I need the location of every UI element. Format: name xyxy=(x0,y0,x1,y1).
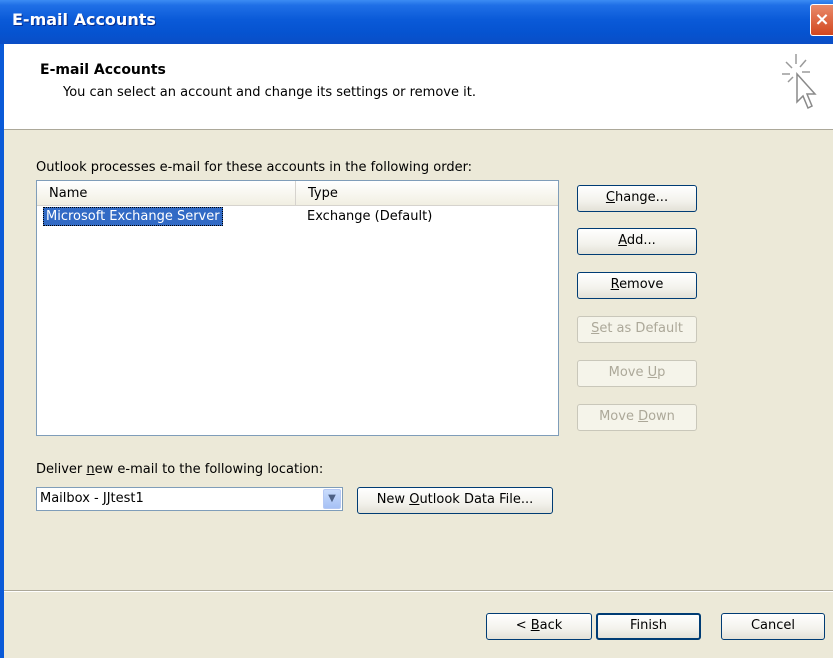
delivery-location-select[interactable]: Mailbox - JJtest1 ▼ xyxy=(36,487,343,511)
deliver-label: Deliver new e-mail to the following loca… xyxy=(36,462,324,477)
accounts-list[interactable]: Name Type Microsoft Exchange Server Exch… xyxy=(36,180,559,436)
account-name[interactable]: Microsoft Exchange Server xyxy=(43,207,223,226)
move-up-button[interactable]: Move Up xyxy=(577,360,697,387)
footer-divider xyxy=(4,590,833,592)
header-subtitle: You can select an account and change its… xyxy=(63,85,476,100)
table-row[interactable]: Microsoft Exchange Server Exchange (Defa… xyxy=(37,207,558,227)
account-type: Exchange (Default) xyxy=(307,209,433,224)
back-button[interactable]: < Back xyxy=(486,613,592,640)
add-button[interactable]: Add... xyxy=(577,228,697,255)
cursor-sparkle-icon xyxy=(782,54,817,110)
list-header: Name Type xyxy=(37,181,558,206)
new-outlook-data-file-button[interactable]: New Outlook Data File... xyxy=(357,487,553,514)
column-header-name[interactable]: Name xyxy=(37,181,296,205)
window-title: E-mail Accounts xyxy=(12,10,156,29)
delivery-location-value: Mailbox - JJtest1 xyxy=(40,491,144,506)
move-down-button[interactable]: Move Down xyxy=(577,404,697,431)
chevron-down-icon[interactable]: ▼ xyxy=(323,489,341,509)
wizard-header: E-mail Accounts You can select an accoun… xyxy=(4,44,833,130)
change-button[interactable]: Change... xyxy=(577,185,697,212)
close-icon[interactable]: × xyxy=(810,4,833,36)
remove-button[interactable]: Remove xyxy=(577,272,697,299)
finish-button[interactable]: Finish xyxy=(596,613,701,640)
cancel-button[interactable]: Cancel xyxy=(721,613,825,640)
window-frame xyxy=(0,44,4,658)
set-as-default-button[interactable]: Set as Default xyxy=(577,316,697,343)
header-title: E-mail Accounts xyxy=(40,62,166,78)
column-header-type[interactable]: Type xyxy=(296,181,558,205)
accounts-instruction: Outlook processes e-mail for these accou… xyxy=(36,160,473,175)
title-bar: E-mail Accounts × xyxy=(0,0,833,44)
